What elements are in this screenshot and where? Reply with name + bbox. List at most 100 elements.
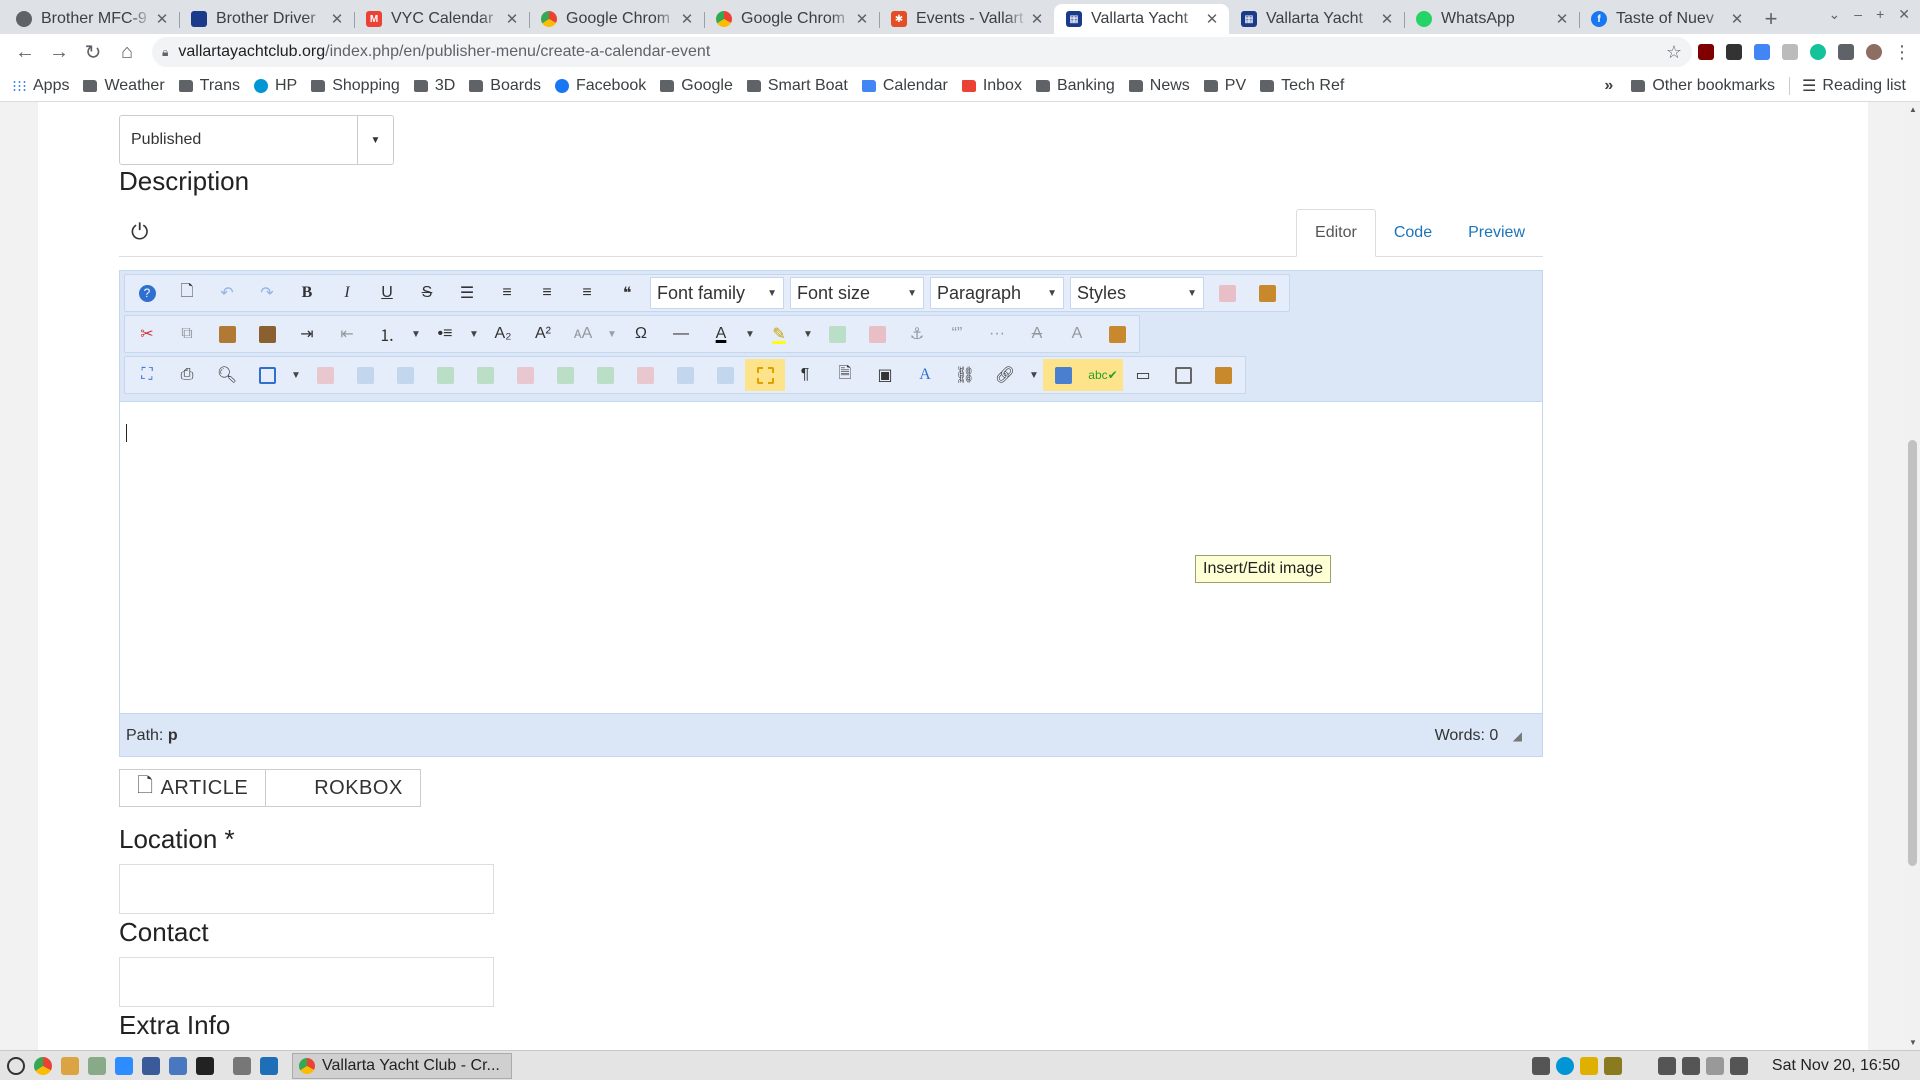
chevron-down-icon[interactable]: ▼ (407, 318, 425, 350)
update-icon[interactable] (1579, 1056, 1598, 1075)
close-icon[interactable]: ✕ (153, 10, 171, 28)
insert-row-icon[interactable] (817, 318, 857, 350)
tab-whatsapp[interactable]: WhatsApp ✕ (1404, 4, 1579, 34)
article-icon[interactable] (1163, 359, 1203, 391)
bookmark-banking[interactable]: Banking (1035, 77, 1115, 95)
file-manager-icon[interactable]: 🗎︎ (825, 359, 865, 391)
tab-vyc-calendar[interactable]: M VYC Calendar ✕ (354, 4, 529, 34)
page-break-icon[interactable]: ▭ (1123, 359, 1163, 391)
bookmark-tech-ref[interactable]: Tech Ref (1260, 77, 1344, 95)
close-icon[interactable]: ✕ (1728, 10, 1746, 28)
tab-google-chrome-1[interactable]: Google Chrom ✕ (529, 4, 704, 34)
shield-icon[interactable] (1681, 1056, 1700, 1075)
close-icon[interactable]: ✕ (1028, 10, 1046, 28)
bookmark-apps[interactable]: Apps (12, 77, 69, 95)
delete-row-icon[interactable] (857, 318, 897, 350)
scroll-up-icon[interactable]: ▲ (1909, 105, 1917, 114)
align-center-icon[interactable]: ≡ (487, 277, 527, 309)
app-icon[interactable] (85, 1055, 109, 1077)
search-replace-icon[interactable]: 🔍︎ (207, 359, 247, 391)
chevron-down-icon[interactable]: ▼ (465, 318, 483, 350)
bookmark-calendar[interactable]: Calendar (861, 77, 948, 95)
tab-editor[interactable]: Editor (1296, 209, 1376, 257)
chevron-down-icon[interactable]: ▼ (741, 318, 759, 350)
back-button[interactable]: ← (8, 37, 42, 67)
horizontal-rule-icon[interactable]: — (661, 318, 701, 350)
paste-icon[interactable] (207, 318, 247, 350)
scrollbar-thumb[interactable] (1908, 440, 1917, 866)
numbered-list-icon[interactable]: ⒈ (367, 318, 407, 350)
close-icon[interactable]: ✕ (503, 10, 521, 28)
delete-row-icon[interactable] (505, 359, 545, 391)
tab-google-chrome-2[interactable]: Google Chrom ✕ (704, 4, 879, 34)
contact-input[interactable] (119, 957, 494, 1007)
forward-button[interactable]: → (42, 37, 76, 67)
hp-icon[interactable] (1555, 1056, 1574, 1075)
spellcheck-icon[interactable]: abc✔ (1083, 359, 1123, 391)
tab-taste-of-nuevo[interactable]: f Taste of Nuev ✕ (1579, 4, 1754, 34)
table-row-props-icon[interactable] (345, 359, 385, 391)
abbr-icon[interactable]: ··· (977, 318, 1017, 350)
outdent-icon[interactable]: ⇤ (327, 318, 367, 350)
more-bookmarks-button[interactable]: » (1604, 77, 1613, 95)
reload-button[interactable]: ↻ (76, 37, 110, 67)
puzzle-icon[interactable] (1832, 38, 1860, 66)
remove-format-icon[interactable]: A (1017, 318, 1057, 350)
tab-events[interactable]: ✱ Events - Vallart ✕ (879, 4, 1054, 34)
bookmark-news[interactable]: News (1128, 77, 1190, 95)
bookmark-boards[interactable]: Boards (469, 77, 541, 95)
monitor-icon[interactable] (139, 1055, 163, 1077)
bookmark-facebook[interactable]: Facebook (554, 77, 646, 95)
close-icon[interactable]: ✕ (678, 10, 696, 28)
wifi-icon[interactable] (1705, 1056, 1724, 1075)
chrome-icon[interactable] (31, 1055, 55, 1077)
extension-icon[interactable] (1776, 38, 1804, 66)
anchor-icon[interactable]: ⚓ (897, 318, 937, 350)
bookmark-pv[interactable]: PV (1203, 77, 1246, 95)
tab-preview[interactable]: Preview (1450, 209, 1543, 257)
scroll-down-icon[interactable]: ▼ (1909, 1038, 1917, 1047)
chevron-down-icon[interactable]: ▼ (603, 318, 621, 350)
maximize-icon[interactable]: + (1876, 6, 1884, 23)
resize-handle-icon[interactable]: ◢ (1513, 729, 1522, 743)
bookmark-weather[interactable]: Weather (83, 77, 165, 95)
taskbar-window-chrome[interactable]: Vallarta Yacht Club - Cr... (292, 1052, 512, 1079)
bold-icon[interactable]: B (287, 277, 327, 309)
unlink-icon[interactable]: ⛓ (945, 359, 985, 391)
split-cells-icon[interactable] (665, 359, 705, 391)
eraser-icon[interactable] (1207, 277, 1247, 309)
power-icon[interactable]: ⏻ (131, 219, 148, 245)
highlight-color-icon[interactable]: ✎ (759, 318, 799, 350)
fullscreen-icon[interactable]: ⛶ (127, 359, 167, 391)
bookmark-shopping[interactable]: Shopping (311, 77, 400, 95)
template-icon[interactable] (1097, 318, 1137, 350)
row-after-icon[interactable] (465, 359, 505, 391)
font-size-list[interactable]: Font size ▼ (790, 277, 924, 309)
notes-icon[interactable] (58, 1055, 82, 1077)
clock[interactable]: Sat Nov 20, 16:50 (1772, 1057, 1900, 1075)
window-close-icon[interactable]: ✕ (1898, 6, 1910, 23)
tab-search-icon[interactable]: ⌄ (1829, 6, 1841, 23)
font-family-list[interactable]: Font family ▼ (650, 277, 784, 309)
cut-icon[interactable]: ✂ (127, 318, 167, 350)
home-button[interactable]: ⌂ (110, 37, 144, 67)
address-bar[interactable]: 🔒︎ vallartayachtclub.org/index.php/en/pu… (152, 37, 1692, 67)
print-icon[interactable]: ⎙ (167, 359, 207, 391)
bookmark-3d[interactable]: 3D (413, 77, 455, 95)
ublock-icon[interactable] (1692, 38, 1720, 66)
bookmark-google[interactable]: Google (660, 77, 733, 95)
article-button[interactable]: 🗋︎ ARTICLE (119, 769, 267, 807)
network-icon[interactable] (1531, 1056, 1550, 1075)
path-element-p[interactable]: p (168, 727, 178, 744)
paragraph-marks-icon[interactable]: ¶ (785, 359, 825, 391)
font-style-icon[interactable]: A (905, 359, 945, 391)
image-icon[interactable] (1043, 359, 1083, 391)
table-cell-props-icon[interactable] (385, 359, 425, 391)
bookmark-inbox[interactable]: Inbox (961, 77, 1022, 95)
paste-text-icon[interactable] (247, 318, 287, 350)
help-icon[interactable]: ? (127, 277, 167, 309)
extension-icon[interactable] (1720, 38, 1748, 66)
col-before-icon[interactable] (545, 359, 585, 391)
rokbox-button[interactable]: ROKBOX (266, 769, 421, 807)
col-after-icon[interactable] (585, 359, 625, 391)
